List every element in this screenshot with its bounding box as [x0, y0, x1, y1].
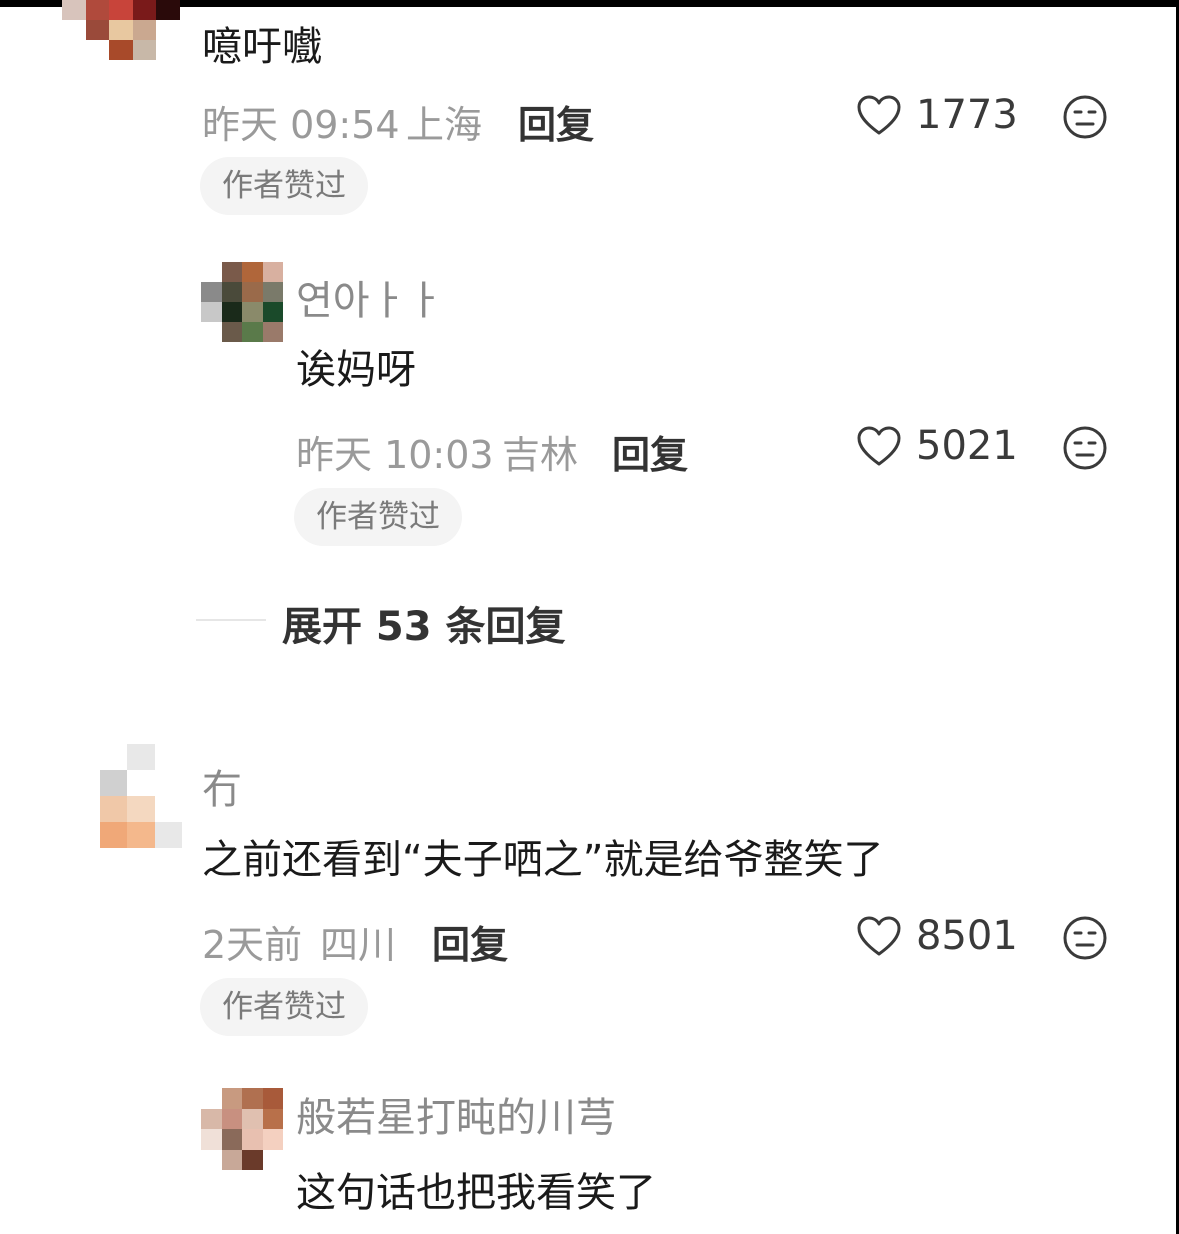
comment-location: 四川 — [320, 923, 397, 967]
like-button[interactable]: 8501 — [856, 911, 1018, 961]
comment-location: 吉林 — [502, 433, 579, 477]
like-count: 5021 — [916, 423, 1018, 469]
like-count: 8501 — [916, 913, 1018, 959]
comment-time: 昨天 09:54 — [202, 103, 400, 147]
heart-outline-icon — [857, 916, 901, 956]
reply-button[interactable]: 回复 — [518, 94, 594, 149]
comment-time: 2天前 — [202, 923, 303, 967]
comment-location: 上海 — [406, 103, 483, 147]
username[interactable]: 般若星打盹的川芎 — [296, 1085, 616, 1143]
username[interactable]: 冇 — [202, 757, 242, 815]
comment-time: 昨天 10:03 — [296, 433, 494, 477]
author-liked-badge: 作者赞过 — [294, 488, 462, 546]
avatar[interactable] — [201, 262, 283, 342]
heart-outline-icon — [857, 95, 901, 135]
heart-outline-icon — [857, 426, 901, 466]
neutral-face-icon[interactable] — [1062, 94, 1108, 140]
username[interactable]: 연아ㅏㅏ — [296, 268, 443, 326]
author-liked-badge: 作者赞过 — [200, 978, 368, 1036]
reply-button[interactable]: 回复 — [612, 424, 688, 479]
reply-button[interactable]: 回复 — [432, 914, 508, 969]
avatar[interactable] — [201, 1088, 283, 1170]
avatar[interactable] — [62, 0, 180, 60]
neutral-face-icon[interactable] — [1062, 425, 1108, 471]
neutral-face-icon[interactable] — [1062, 915, 1108, 961]
like-count: 1773 — [916, 92, 1018, 138]
comment-text: 这句话也把我看笑了 — [296, 1170, 656, 1216]
avatar[interactable] — [100, 744, 182, 848]
expand-replies-button[interactable]: 展开 53 条回复 — [282, 594, 566, 652]
comment-text: 噫吁嚱 — [202, 24, 322, 70]
comment-text: 之前还看到“夫子哂之”就是给爷整笑了 — [202, 837, 884, 883]
like-button[interactable]: 1773 — [856, 90, 1018, 140]
comment-text: 诶妈呀 — [296, 347, 416, 393]
like-button[interactable]: 5021 — [856, 421, 1018, 471]
author-liked-badge: 作者赞过 — [200, 157, 368, 215]
expand-divider — [196, 619, 266, 621]
